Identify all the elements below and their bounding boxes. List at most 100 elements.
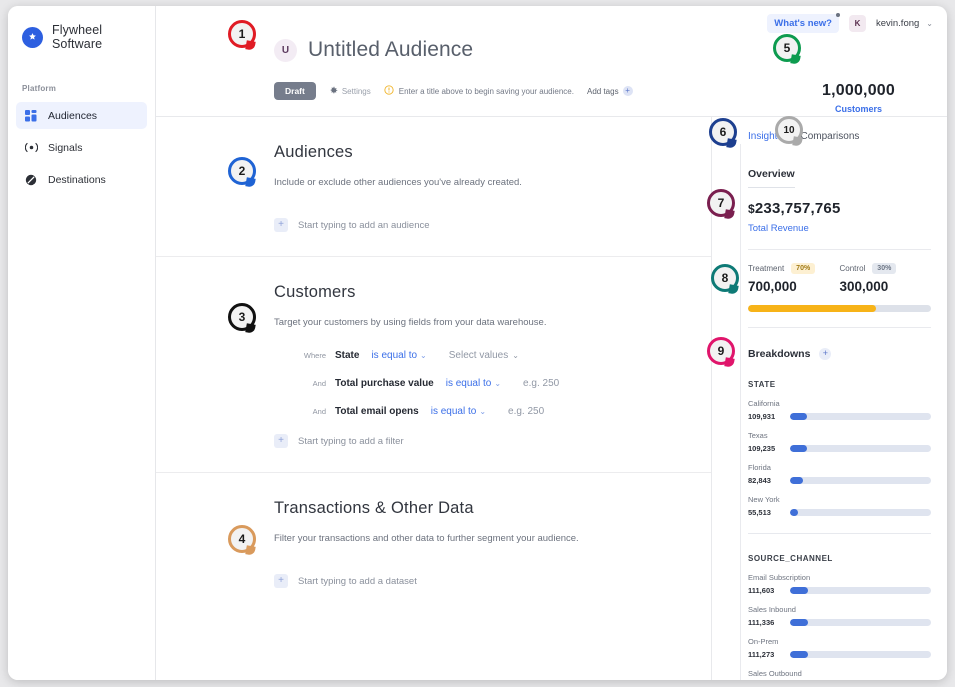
settings-label: Settings — [341, 86, 371, 96]
notification-dot-icon — [835, 12, 840, 17]
overview-title: Overview — [748, 168, 795, 180]
breakdown-item: Texas 109,235 — [748, 431, 931, 453]
sidebar-nav: Audiences Signals Destinations — [8, 102, 155, 193]
status-badge[interactable]: Draft — [274, 82, 316, 100]
filter-value[interactable]: Select values ⌄ — [449, 350, 519, 361]
filter-value-input[interactable]: e.g. 250 — [523, 378, 559, 389]
breakdown-group-title: STATE — [748, 380, 776, 389]
control-label: Control — [839, 264, 866, 273]
breakdown-item: Email Subscription 111,603 — [748, 573, 931, 595]
filter-operator[interactable]: is equal to ⌄ — [431, 406, 486, 417]
whats-new-button[interactable]: What's new? — [767, 12, 840, 33]
breakdown-item-value: 82,843 — [748, 476, 771, 485]
treatment-percent-badge: 70% — [791, 263, 816, 274]
add-filter-row[interactable]: + Start typing to add a filter — [274, 434, 681, 448]
breakdown-item-track — [790, 509, 931, 516]
chevron-down-icon: ⌄ — [479, 407, 487, 416]
breakdown-item-label: Texas — [748, 431, 768, 440]
chevron-down-icon[interactable]: ⌄ — [926, 19, 933, 28]
signal-icon — [24, 141, 38, 155]
filter-field[interactable]: Total purchase value — [335, 378, 434, 389]
breakdown-item-fill — [790, 413, 807, 420]
customer-summary: 1,000,000 Customers — [822, 82, 895, 114]
app-window: Flywheel Software Platform Audiences Sig… — [8, 6, 947, 680]
section-description: Include or exclude other audiences you'v… — [274, 177, 522, 188]
sidebar-item-label: Audiences — [48, 109, 98, 122]
add-tags-label: Add tags — [586, 86, 619, 96]
breakdown-item-label: California — [748, 399, 780, 408]
audience-header: U Untitled Audience Draft Settings Enter… — [156, 34, 947, 117]
warning-icon — [384, 82, 394, 100]
breakdown-item-label: Florida — [748, 463, 771, 472]
main-area: What's new? K kevin.fong ⌄ U Untitled Au… — [156, 6, 947, 680]
control-percent-badge: 30% — [872, 263, 897, 274]
filter-field[interactable]: Total email opens — [335, 406, 419, 417]
add-dataset-row[interactable]: + Start typing to add a dataset — [274, 574, 681, 588]
control-value: 300,000 — [839, 279, 889, 294]
divider — [748, 249, 931, 250]
page-title[interactable]: Untitled Audience — [308, 38, 473, 62]
tab-insights[interactable]: Insights — [748, 131, 782, 144]
sidebar-item-label: Destinations — [48, 173, 106, 186]
gear-icon — [329, 82, 338, 100]
control-head: Control 30% — [840, 263, 932, 274]
tab-comparisons[interactable]: Comparisons — [800, 131, 859, 144]
avatar[interactable]: K — [848, 14, 866, 32]
sidebar-item-signals[interactable]: Signals — [16, 134, 147, 161]
insights-panel: Insights Comparisons Overview $233,757,7… — [712, 117, 947, 680]
add-audience-row[interactable]: + Start typing to add an audience — [274, 218, 681, 232]
audience-avatar: U — [274, 38, 297, 62]
brand[interactable]: Flywheel Software — [8, 20, 155, 51]
save-warning: Enter a title above to begin saving your… — [384, 82, 574, 100]
filter-operator-label: is equal to — [371, 350, 418, 361]
split-bar-fill — [748, 305, 877, 312]
grid-icon — [24, 109, 38, 123]
treatment-column: Treatment 70% 700,000 — [748, 263, 840, 294]
breakdown-item: Sales Inbound 111,336 — [748, 605, 931, 627]
breakdown-item-bar-row: 111,603 — [748, 586, 931, 595]
add-breakdown-button[interactable]: + — [819, 348, 832, 360]
settings-button[interactable]: Settings — [329, 82, 371, 100]
filter-operator[interactable]: is equal to ⌄ — [446, 378, 501, 389]
breakdown-item-fill — [790, 651, 809, 658]
revenue-number: 233,757,765 — [754, 200, 841, 217]
add-dataset-placeholder: Start typing to add a dataset — [298, 575, 417, 587]
whats-new-label: What's new? — [774, 17, 832, 29]
breakdown-item-fill — [790, 445, 807, 452]
filter-operator-label: is equal to — [430, 406, 477, 417]
filter-conjunction: And — [312, 379, 326, 388]
breakdown-item-fill — [790, 587, 809, 594]
add-filter-placeholder: Start typing to add a filter — [298, 435, 404, 447]
divider — [748, 533, 931, 534]
breakdown-item-bar-row: 111,336 — [748, 618, 931, 627]
top-bar: What's new? K kevin.fong ⌄ — [156, 6, 947, 34]
treatment-label: Treatment — [748, 264, 785, 273]
panel-content: Overview $233,757,765 Total Revenue Trea… — [712, 144, 947, 680]
user-name[interactable]: kevin.fong — [876, 18, 919, 29]
filter-list: Where State is equal to ⌄ Select values ⌄ … — [274, 350, 681, 417]
builder-canvas: Audiences Include or exclude other audie… — [156, 117, 712, 680]
add-tags-button[interactable]: Add tags + — [587, 86, 633, 96]
treatment-value: 700,000 — [748, 279, 797, 294]
sidebar-item-label: Signals — [48, 141, 83, 154]
filter-field[interactable]: State — [335, 350, 359, 361]
sidebar-item-audiences[interactable]: Audiences — [16, 102, 147, 129]
add-audience-placeholder: Start typing to add an audience — [298, 219, 430, 231]
section-audiences: Audiences Include or exclude other audie… — [156, 117, 711, 256]
breakdown-item-track — [790, 413, 931, 420]
breakdown-item: New York 55,513 — [748, 495, 931, 517]
breakdown-item-label: Sales Outbound — [748, 669, 802, 678]
title-row: U Untitled Audience — [156, 38, 947, 62]
breakdown-item-value: 109,931 — [748, 412, 776, 421]
breakdown-groups: STATE California 109,931 Texas 109,235 Florid… — [748, 380, 931, 678]
filter-operator[interactable]: is equal to ⌄ — [371, 350, 426, 361]
breakdown-item-track — [790, 619, 931, 626]
filter-value-input[interactable]: e.g. 250 — [508, 406, 544, 417]
total-revenue-label[interactable]: Total Revenue — [748, 223, 931, 234]
breakdown-item-track — [790, 445, 931, 452]
sidebar-item-destinations[interactable]: Destinations — [16, 166, 147, 193]
customer-count-label[interactable]: Customers — [822, 104, 895, 114]
chevron-down-icon: ⌄ — [512, 351, 519, 360]
breakdown-group: SOURCE_CHANNEL Email Subscription 111,603 S… — [748, 554, 931, 678]
divider — [748, 187, 795, 188]
